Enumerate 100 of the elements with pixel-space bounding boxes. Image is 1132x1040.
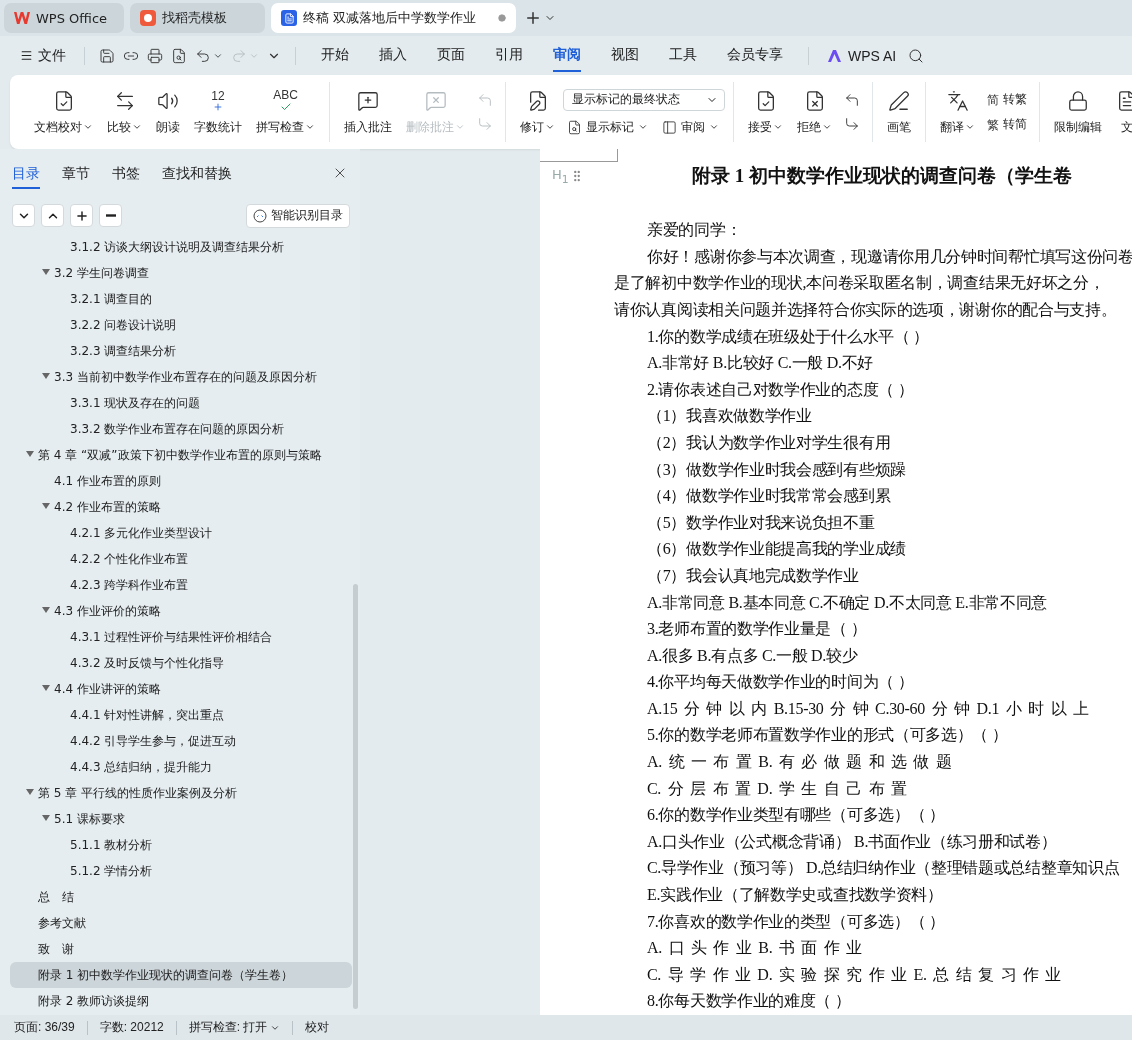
toc-item[interactable]: 总 结 [10,884,352,910]
document-text-line: 3.老师布置的数学作业量是（ ） [646,619,868,640]
expanded-arrow-icon[interactable] [42,502,50,510]
toc-item[interactable]: 参考文献 [10,910,352,936]
lock-icon [1067,89,1089,112]
expand-button[interactable] [41,204,64,227]
status-item[interactable]: 页面: 36/39 [14,1019,87,1036]
toc-item[interactable]: 3.1.2 访谈大纲设计说明及调查结果分析 [10,234,352,260]
toc-item[interactable]: 附录 1 初中数学作业现状的调查问卷（学生卷） [10,962,352,988]
collapse-button[interactable] [12,204,35,227]
document-text-line: 5.你的数学老师布置数学作业的形式（可多选）（ ） [646,725,1009,746]
toc-item[interactable]: 4.4.3 总结归纳，提升能力 [10,754,352,780]
document-text-line: A.非常好 B.比较好 C.一般 D.不好 [646,353,875,374]
menu-tab[interactable]: 开始 [321,39,349,72]
toc-item[interactable]: 4.3 作业评价的策略 [10,598,352,624]
menu-tab[interactable]: 插入 [379,39,407,72]
toc-item[interactable]: 附录 2 教师访谈提纲 [10,988,352,1014]
menu-tab[interactable]: 视图 [611,39,639,72]
markup-dropdown[interactable]: 显示标记的最终状态 [563,88,725,111]
toc-item[interactable]: 3.3.2 数学作业布置存在问题的原因分析 [10,416,352,442]
menu-tab[interactable]: 审阅 [553,39,581,72]
toc-item[interactable]: 4.3.1 过程性评价与结果性评价相结合 [10,624,352,650]
document-text-line: 你好！感谢你参与本次调查，现邀请你用几分钟时间帮忙填写这份问卷 [646,246,1132,267]
sidebar-tab[interactable]: 查找和替换 [162,161,232,189]
toc-item[interactable]: 3.2.1 调查目的 [10,286,352,312]
ribbon-button[interactable]: 文档校对 [28,86,99,138]
document-text-line: （3）做数学作业时我会感到有些烦躁 [646,459,907,480]
ribbon-button[interactable]: 插入批注 [338,86,398,138]
smart-toc-button[interactable]: 智能识别目录 [246,203,350,228]
toc-item[interactable]: 3.3.1 现状及存在的问题 [10,390,352,416]
toc-item[interactable]: 3.2.3 调查结果分析 [10,338,352,364]
sidebar-tab[interactable]: 目录 [12,161,40,189]
ribbon-button[interactable]: 简 转繁 [983,91,1031,108]
pen-icon [888,89,910,112]
document-text-line: （5）数学作业对我来说负担不重 [646,512,876,533]
document-tab[interactable]: 终稿 双减落地后中学数学作业 [271,3,516,33]
toc-item[interactable]: 4.2 作业布置的策略 [10,494,352,520]
toc-item[interactable]: 第 5 章 平行线的性质作业案例及分析 [10,780,352,806]
ribbon-button[interactable]: 画笔 [881,86,917,138]
toc-item[interactable]: 4.2.1 多元化作业类型设计 [10,520,352,546]
ribbon-button[interactable]: 审阅 [658,118,723,136]
scrollbar[interactable] [353,584,358,1009]
sidebar-tab[interactable]: 书签 [112,161,140,189]
toc-item[interactable]: 3.2.2 问卷设计说明 [10,312,352,338]
caret-icon [709,122,719,132]
toc-item[interactable]: 4.1 作业布置的原则 [10,468,352,494]
redo-icon [231,47,247,64]
ribbon-button[interactable]: 比较 [101,86,148,138]
menu-tab[interactable]: 会员专享 [727,39,783,72]
toc-item[interactable]: 3.2 学生问卷调查 [10,260,352,286]
toc-item[interactable]: 4.4.1 针对性讲解，突出重点 [10,702,352,728]
toc-item[interactable]: 4.4.2 引导学生参与，促进互动 [10,728,352,754]
remove-button[interactable] [99,204,122,227]
add-button[interactable] [70,204,93,227]
toc-item[interactable]: 5.1.2 学情分析 [10,858,352,884]
ribbon-button[interactable]: 翻译 [934,86,981,138]
expanded-arrow-icon[interactable] [26,450,34,458]
expanded-arrow-icon[interactable] [26,788,34,796]
document-tab[interactable]: 找稻壳模板 [130,3,265,33]
toc-item[interactable]: 致 谢 [10,936,352,962]
toc-item[interactable]: 5.1 课标要求 [10,806,352,832]
ribbon-button[interactable]: 朗读 [150,86,186,138]
toc-item[interactable]: 4.2.3 跨学科作业布置 [10,572,352,598]
expanded-arrow-icon[interactable] [42,684,50,692]
expanded-arrow-icon[interactable] [42,814,50,822]
menu-tab[interactable]: 工具 [669,39,697,72]
ribbon-button[interactable]: 繁 转简 [983,116,1031,133]
ribbon-button[interactable]: 修订 [514,86,561,138]
ai-button[interactable]: WPS AI [821,47,903,64]
document-text-line: C. 分 层 布 置 D. 学 生 自 己 布 置 [646,778,908,799]
toc-item[interactable]: 3.3 当前初中数学作业布置存在的问题及原因分析 [10,364,352,390]
menu-tab[interactable]: 页面 [437,39,465,72]
ribbon-button[interactable]: 12 字数统计 [188,86,248,138]
ribbon-button[interactable]: 拒绝 [791,86,838,138]
expanded-arrow-icon[interactable] [42,372,50,380]
ribbon-button[interactable]: 限制编辑 [1048,86,1108,138]
file-menu[interactable]: 文件 [14,46,72,65]
toc-item[interactable]: 4.3.2 及时反馈与个性化指导 [10,650,352,676]
toc-item[interactable]: 4.4 作业讲评的策略 [10,676,352,702]
expanded-arrow-icon[interactable] [42,268,50,276]
toc-item[interactable]: 4.2.2 个性化作业布置 [10,546,352,572]
document-text-line: 4.你平均每天做数学作业的时间为（ ） [646,672,915,693]
previous-icon [477,92,493,108]
document-text-line: A.非常同意 B.基本同意 C.不确定 D.不太同意 E.非常不同意 [646,592,1049,613]
sidebar-tab[interactable]: 章节 [62,161,90,189]
status-item[interactable]: 校对 [305,1019,342,1036]
toc-item[interactable]: 5.1.1 教材分析 [10,832,352,858]
toc-item[interactable]: 第 4 章 “双减”政策下初中数学作业布置的原则与策略 [10,442,352,468]
ribbon-button[interactable]: 显示标记 [563,118,652,136]
ribbon-button[interactable]: 接受 [742,86,789,138]
ribbon-button[interactable]: ABC 拼写检查 [250,86,321,138]
comment-x-icon [424,89,447,112]
document-text-line: A. 统 一 布 置 B. 有 必 做 题 和 选 做 题 [646,752,953,773]
status-item[interactable]: 拼写检查: 打开 [188,1019,293,1036]
expanded-arrow-icon[interactable] [42,606,50,614]
document-text-line: C. 导 学 作 业 D. 实 验 探 究 作 业 E. 总 结 复 习 作 业 [646,964,1062,985]
status-item[interactable]: 字数: 20212 [99,1019,176,1036]
document-tab[interactable]: WPS Office [4,3,124,33]
menu-tab[interactable]: 引用 [495,39,523,72]
ribbon-button[interactable]: 文 [1110,86,1132,138]
